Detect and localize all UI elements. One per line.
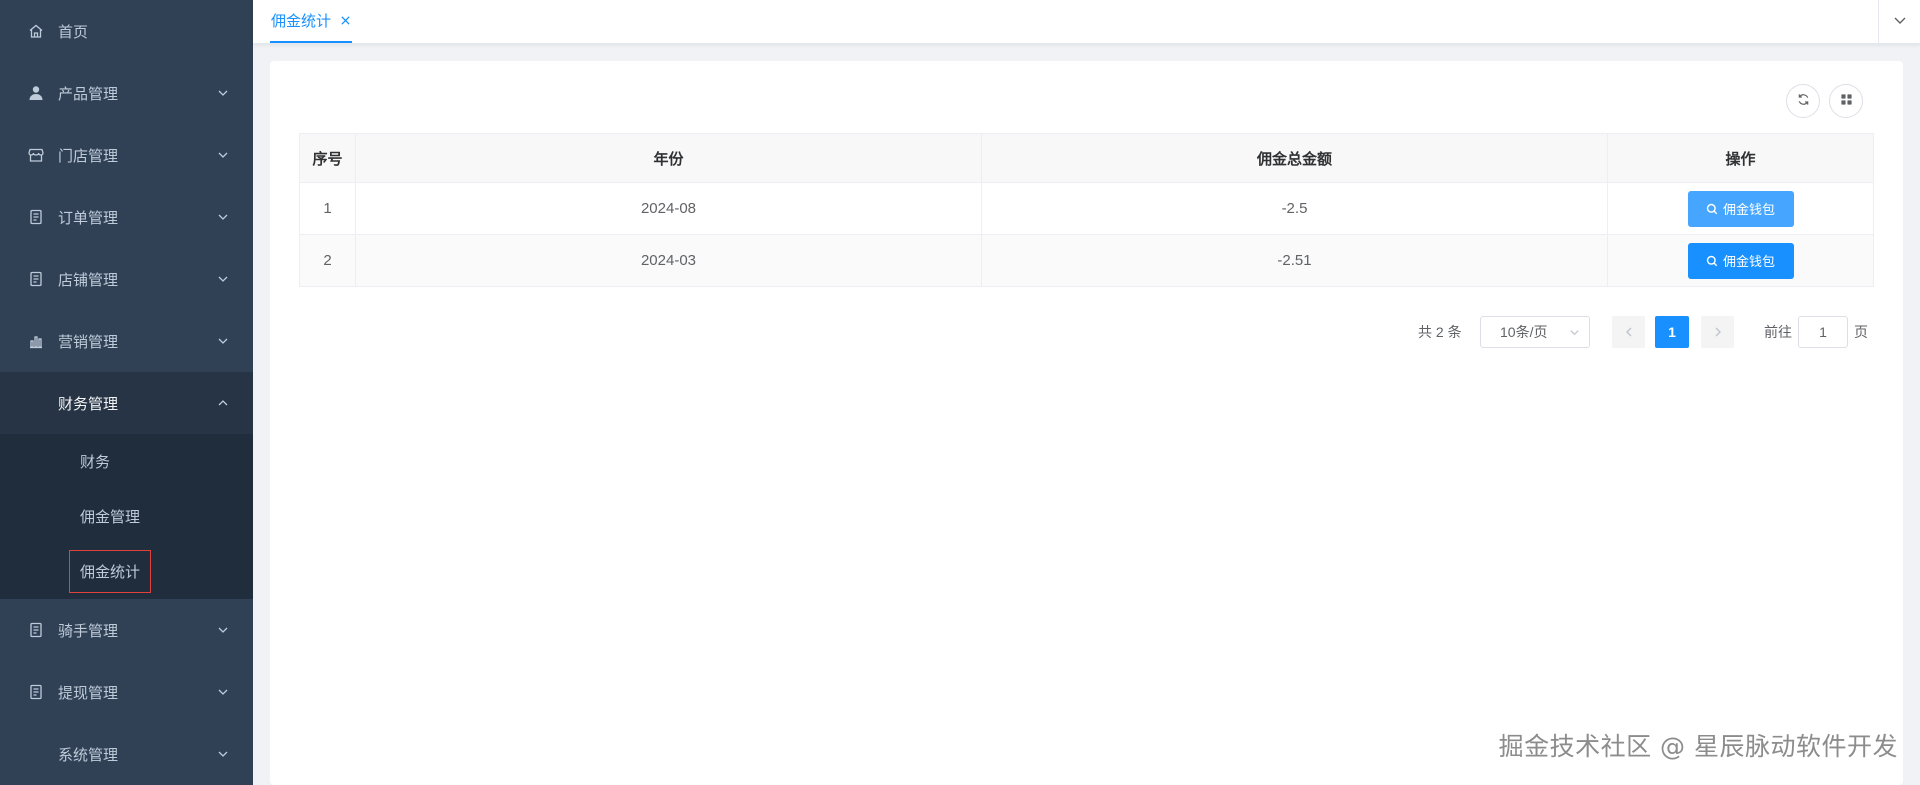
sidebar-item-home[interactable]: 首页 <box>0 0 253 62</box>
goto-page-input[interactable] <box>1798 316 1848 348</box>
button-label: 佣金钱包 <box>1722 202 1775 217</box>
cell-index: 2 <box>299 234 356 287</box>
page-jumper: 前往 页 <box>1764 316 1868 348</box>
document-icon <box>27 208 45 226</box>
chevron-down-icon <box>1570 330 1579 336</box>
search-icon <box>1706 255 1718 266</box>
search-icon <box>1706 203 1718 214</box>
goto-prefix: 前往 <box>1764 324 1792 340</box>
sidebar-item-label: 营销管理 <box>58 333 119 351</box>
sidebar-item-label: 骑手管理 <box>58 622 119 640</box>
sidebar-item-marketing[interactable]: 营销管理 <box>0 310 253 372</box>
user-icon <box>27 84 45 102</box>
close-icon[interactable] <box>339 15 351 27</box>
page-size-select[interactable]: 10条/页 <box>1480 316 1590 348</box>
sidebar-item-withdrawals[interactable]: 提现管理 <box>0 661 253 723</box>
chevron-down-icon <box>217 149 229 161</box>
tab-commission-statistics[interactable]: 佣金统计 <box>270 0 353 43</box>
refresh-icon <box>1797 93 1810 110</box>
chevron-down-icon <box>217 273 229 285</box>
prev-page-button[interactable] <box>1612 316 1645 348</box>
sidebar-item-riders[interactable]: 骑手管理 <box>0 599 253 661</box>
finance-submenu: 财务 佣金管理 佣金统计 <box>0 434 253 599</box>
chevron-down-icon <box>1893 13 1907 31</box>
tab-bar: 佣金统计 <box>253 0 1920 44</box>
sidebar-item-finance[interactable]: 财务管理 <box>0 372 253 434</box>
chevron-left-icon <box>1625 327 1631 337</box>
sidebar-subitem-label: 佣金统计 <box>68 550 152 593</box>
chevron-down-icon <box>217 211 229 223</box>
tab-label: 佣金统计 <box>271 13 332 30</box>
sidebar-item-orders[interactable]: 订单管理 <box>0 186 253 248</box>
column-header-index: 序号 <box>299 133 356 183</box>
page-number-button[interactable]: 1 <box>1655 316 1689 348</box>
system-icon <box>27 745 45 763</box>
commission-wallet-button[interactable]: 佣金钱包 <box>1687 242 1794 279</box>
column-header-total: 佣金总金额 <box>981 133 1608 183</box>
pagination: 共 2 条 10条/页 1 前往 页 <box>270 316 1903 348</box>
next-page-button[interactable] <box>1701 316 1734 348</box>
chevron-down-icon <box>217 686 229 698</box>
sidebar-item-label: 订单管理 <box>58 209 119 227</box>
page-size-value: 10条/页 <box>1500 324 1548 340</box>
sidebar-subitem-finance[interactable]: 财务 <box>0 434 253 489</box>
chevron-down-icon <box>217 87 229 99</box>
sidebar-item-label: 财务管理 <box>58 395 119 413</box>
store-icon <box>27 146 45 164</box>
sidebar-item-products[interactable]: 产品管理 <box>0 62 253 124</box>
sidebar-subitem-label: 财务 <box>80 454 111 471</box>
button-label: 佣金钱包 <box>1722 254 1775 269</box>
cell-index: 1 <box>299 182 356 235</box>
chevron-right-icon <box>1715 327 1721 337</box>
columns-button[interactable] <box>1829 84 1863 118</box>
refresh-button[interactable] <box>1786 84 1820 118</box>
sidebar-item-label: 系统管理 <box>58 746 119 764</box>
document-icon <box>27 621 45 639</box>
tab-menu-toggle[interactable] <box>1878 0 1920 43</box>
grid-icon <box>1840 93 1853 110</box>
sidebar: 首页 产品管理 门店管理 订单管理 店铺管理 营销管理 财务管理 财务 佣金管理… <box>0 0 253 785</box>
goto-suffix: 页 <box>1854 324 1868 340</box>
commission-wallet-button[interactable]: 佣金钱包 <box>1687 190 1794 227</box>
chevron-down-icon <box>217 335 229 347</box>
column-header-year: 年份 <box>355 133 982 183</box>
sidebar-item-label: 店铺管理 <box>58 271 119 289</box>
sidebar-subitem-label: 佣金管理 <box>80 509 141 526</box>
cell-total: -2.5 <box>981 182 1608 235</box>
home-icon <box>27 22 45 40</box>
sidebar-item-system[interactable]: 系统管理 <box>0 723 253 785</box>
cell-total: -2.51 <box>981 234 1608 287</box>
pagination-total: 共 2 条 <box>1418 324 1462 340</box>
sidebar-subitem-commission-management[interactable]: 佣金管理 <box>0 489 253 544</box>
cell-year: 2024-03 <box>355 234 982 287</box>
finance-icon <box>27 394 45 412</box>
table-row: 1 2024-08 -2.5 佣金钱包 <box>299 182 1874 235</box>
sidebar-item-label: 门店管理 <box>58 147 119 165</box>
chevron-up-icon <box>217 397 229 409</box>
sidebar-item-label: 产品管理 <box>58 85 119 103</box>
sidebar-item-stores[interactable]: 门店管理 <box>0 124 253 186</box>
sidebar-item-label: 提现管理 <box>58 684 119 702</box>
watermark: 掘金技术社区 @ 星辰脉动软件开发 <box>1498 732 1898 761</box>
sidebar-subitem-commission-statistics[interactable]: 佣金统计 <box>0 544 253 599</box>
commission-table: 序号 年份 佣金总金额 操作 1 2024-08 -2.5 佣金钱包 2 202… <box>299 133 1874 287</box>
table-row: 2 2024-03 -2.51 佣金钱包 <box>299 234 1874 287</box>
document-icon <box>27 270 45 288</box>
cell-actions: 佣金钱包 <box>1607 182 1874 235</box>
document-icon <box>27 683 45 701</box>
sidebar-item-shops[interactable]: 店铺管理 <box>0 248 253 310</box>
chevron-down-icon <box>217 748 229 760</box>
column-header-actions: 操作 <box>1607 133 1874 183</box>
table-header-row: 序号 年份 佣金总金额 操作 <box>299 133 1874 183</box>
sidebar-item-label: 首页 <box>58 23 89 41</box>
cell-actions: 佣金钱包 <box>1607 234 1874 287</box>
cell-year: 2024-08 <box>355 182 982 235</box>
chevron-down-icon <box>217 624 229 636</box>
content-card: 序号 年份 佣金总金额 操作 1 2024-08 -2.5 佣金钱包 2 202… <box>270 61 1903 785</box>
bar-chart-icon <box>27 332 45 350</box>
